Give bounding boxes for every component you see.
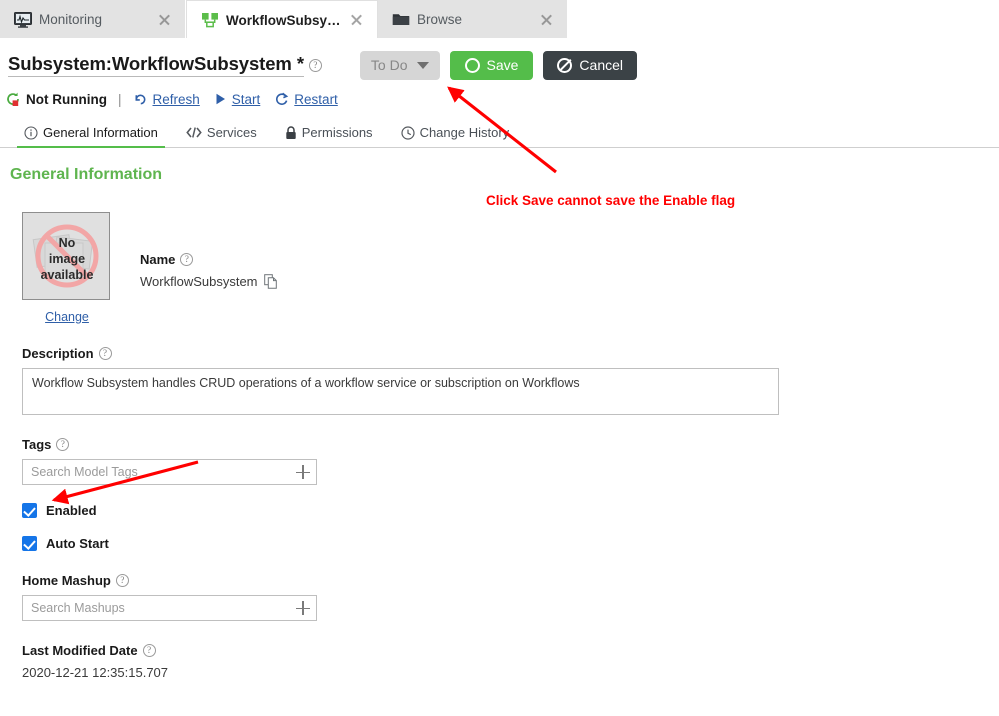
change-image-link[interactable]: Change [22,310,112,324]
auto-start-checkbox[interactable] [22,536,37,551]
tab-permissions[interactable]: Permissions [271,118,387,147]
tab-label: Services [206,125,257,140]
entity-image-placeholder[interactable]: No image available [22,212,110,300]
cancel-button[interactable]: Cancel [543,50,638,80]
browser-tab-bar: Monitoring WorkflowSubsystem * Browse [0,0,999,39]
description-input[interactable] [22,368,779,415]
browser-tab-label: Monitoring [39,12,103,27]
no-image-available-icon: No image available [32,224,99,288]
help-circle-icon[interactable]: ? [56,438,70,451]
cancel-label: Cancel [579,57,624,73]
name-label-row: Name ? [140,252,277,267]
enabled-checkbox-row[interactable]: Enabled [10,503,999,518]
subsystem-icon [202,13,218,28]
description-label: Description [22,346,94,361]
tab-change-history[interactable]: Change History [387,118,524,147]
plus-icon[interactable] [290,460,316,484]
main-content: General Information No image available C [0,148,999,680]
enabled-label: Enabled [46,503,97,518]
browser-tab-workflowsubsystem[interactable]: WorkflowSubsystem * [186,0,378,39]
help-circle-icon[interactable]: ? [115,574,129,587]
start-action[interactable]: Start [214,91,261,107]
description-field: Description ? [10,346,999,415]
tab-label: Permissions [301,125,373,140]
start-label: Start [231,91,261,107]
close-icon[interactable] [349,12,365,28]
browser-tab-label: Browse [417,12,463,27]
tags-label-row: Tags ? [22,437,999,452]
refresh-action[interactable]: Refresh [133,92,200,107]
tags-label: Tags [22,437,52,452]
no-image-line1: No [59,236,76,250]
last-modified-field: Last Modified Date ? [10,643,999,658]
tags-searchbox [22,459,317,485]
save-button[interactable]: Save [449,50,534,80]
home-mashup-search-input[interactable] [23,601,290,615]
last-modified-label: Last Modified Date [22,643,138,658]
home-mashup-label: Home Mashup [22,573,111,588]
close-icon[interactable] [539,12,555,28]
code-icon [186,127,202,138]
help-circle-icon[interactable]: ? [180,253,194,266]
help-circle-icon[interactable]: ? [308,58,322,72]
browser-tab-monitoring[interactable]: Monitoring [0,0,186,39]
auto-start-label: Auto Start [46,536,109,551]
refresh-icon [135,94,145,104]
circle-icon [464,57,480,73]
no-image-line3: available [41,268,94,282]
info-icon [24,125,38,140]
plus-icon[interactable] [290,596,316,620]
home-mashup-field: Home Mashup ? [10,573,999,621]
monitor-icon [14,11,32,28]
play-icon [216,93,225,105]
clock-icon [400,125,415,140]
name-label: Name [140,252,176,267]
name-field: Name ? WorkflowSubsystem [140,252,277,289]
page-header: Subsystem:WorkflowSubsystem * ? To Do Sa… [0,39,999,81]
last-modified-value: 2020-12-21 12:35:15.707 [22,665,169,680]
no-image-line2: image [49,252,85,266]
description-label-row: Description ? [22,346,999,361]
status-label: Not Running [26,91,107,107]
status-separator: | [117,91,122,107]
tags-search-input[interactable] [23,465,290,479]
annotation-note: Click Save cannot save the Enable flag [486,193,736,208]
chevron-down-icon [416,61,429,69]
home-mashup-searchbox [22,595,317,621]
refresh-label: Refresh [152,91,200,107]
image-and-name-row: No image available Change Name ? Workflo… [10,212,999,324]
browser-tab-label: WorkflowSubsystem * [226,12,342,28]
restart-action[interactable]: Restart [274,92,338,107]
help-circle-icon[interactable]: ? [98,347,112,360]
stopped-status-icon [7,92,19,106]
no-entry-icon [557,57,573,73]
name-value: WorkflowSubsystem [140,274,258,289]
restart-icon [276,92,289,105]
folder-icon [392,14,410,25]
save-label: Save [486,57,519,73]
tab-label: General Information [43,125,158,140]
tab-general-information[interactable]: General Information [10,118,172,148]
name-value-row: WorkflowSubsystem [140,274,277,289]
browser-tab-browse[interactable]: Browse [378,0,568,39]
lock-icon [286,125,296,139]
copy-icon[interactable] [263,274,277,289]
help-circle-icon[interactable]: ? [142,644,156,657]
last-modified-label-row: Last Modified Date ? [22,643,999,658]
home-mashup-label-row: Home Mashup ? [22,573,999,588]
tab-services[interactable]: Services [172,118,271,147]
status-row: Not Running | Refresh Start Restart [0,85,999,113]
close-icon[interactable] [157,12,173,28]
enabled-checkbox[interactable] [22,503,37,518]
todo-label: To Do [370,57,408,73]
tab-label: Change History [419,125,510,140]
nav-tabs: General Information Services Permissions… [0,118,999,148]
auto-start-checkbox-row[interactable]: Auto Start [10,536,999,551]
tags-field: Tags ? [10,437,999,485]
todo-dropdown-button[interactable]: To Do [359,50,440,80]
restart-label: Restart [294,91,338,107]
section-title: General Information [10,166,163,183]
page-title: Subsystem:WorkflowSubsystem * [8,53,304,77]
